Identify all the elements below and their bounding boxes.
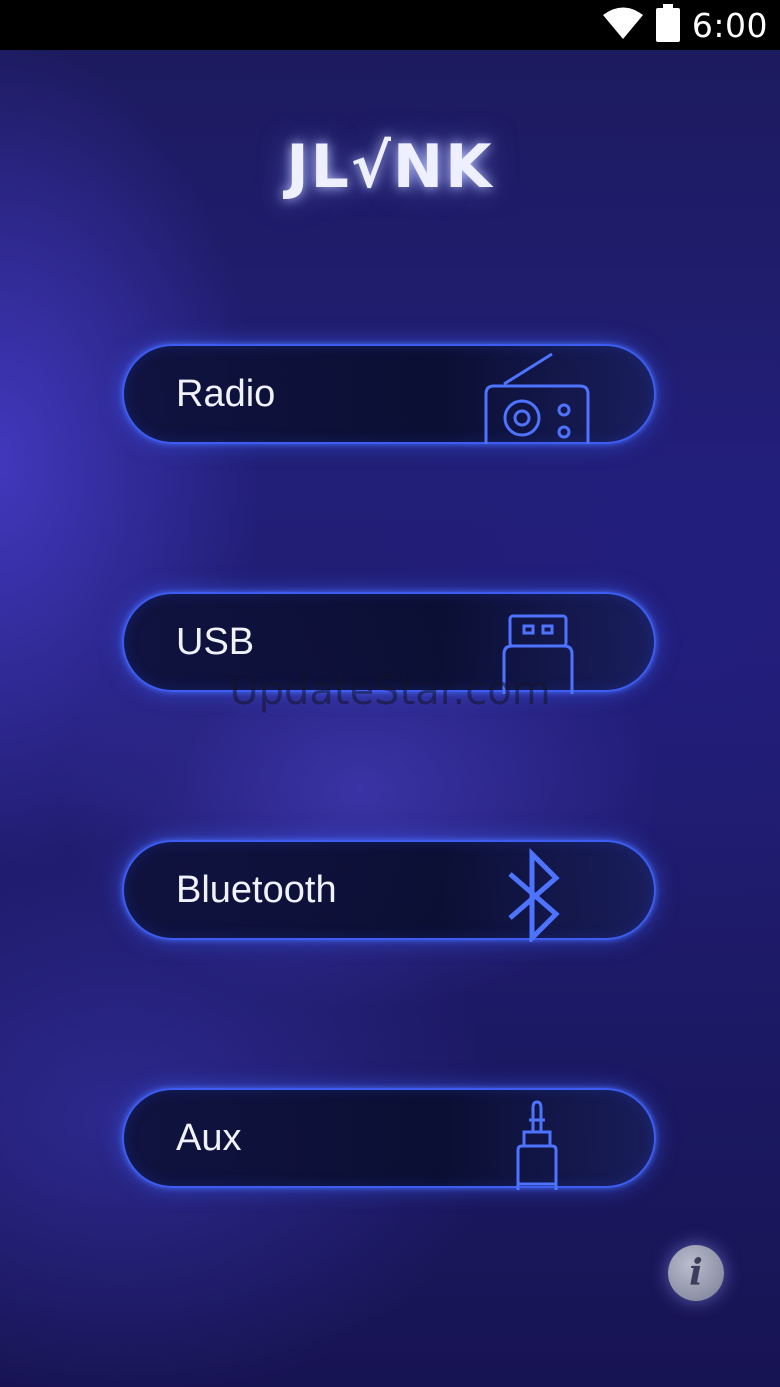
aux-button[interactable]: Aux [122, 1088, 656, 1190]
bluetooth-icon [504, 842, 564, 947]
radio-label: Radio [176, 373, 276, 415]
usb-button[interactable]: USB [122, 592, 656, 694]
bluetooth-label: Bluetooth [176, 869, 337, 911]
wifi-icon [602, 6, 644, 45]
radio-icon [482, 346, 592, 451]
bluetooth-button[interactable]: Bluetooth [122, 840, 656, 945]
aux-label: Aux [176, 1117, 242, 1159]
battery-icon [655, 3, 680, 47]
info-button[interactable]: i [668, 1245, 724, 1301]
usb-icon [500, 594, 576, 699]
status-time: 6:00 [691, 5, 768, 45]
aux-jack-icon [512, 1090, 562, 1195]
status-icons: 6:00 [602, 0, 768, 50]
info-icon: i [689, 1252, 703, 1294]
app-screen: 6:00 JL√NK Radio USB Bluetooth Aux Updat… [0, 0, 780, 1387]
status-bar: 6:00 [0, 0, 780, 50]
app-logo: JL√NK [286, 132, 494, 202]
usb-label: USB [176, 621, 255, 663]
radio-button[interactable]: Radio [122, 344, 656, 444]
